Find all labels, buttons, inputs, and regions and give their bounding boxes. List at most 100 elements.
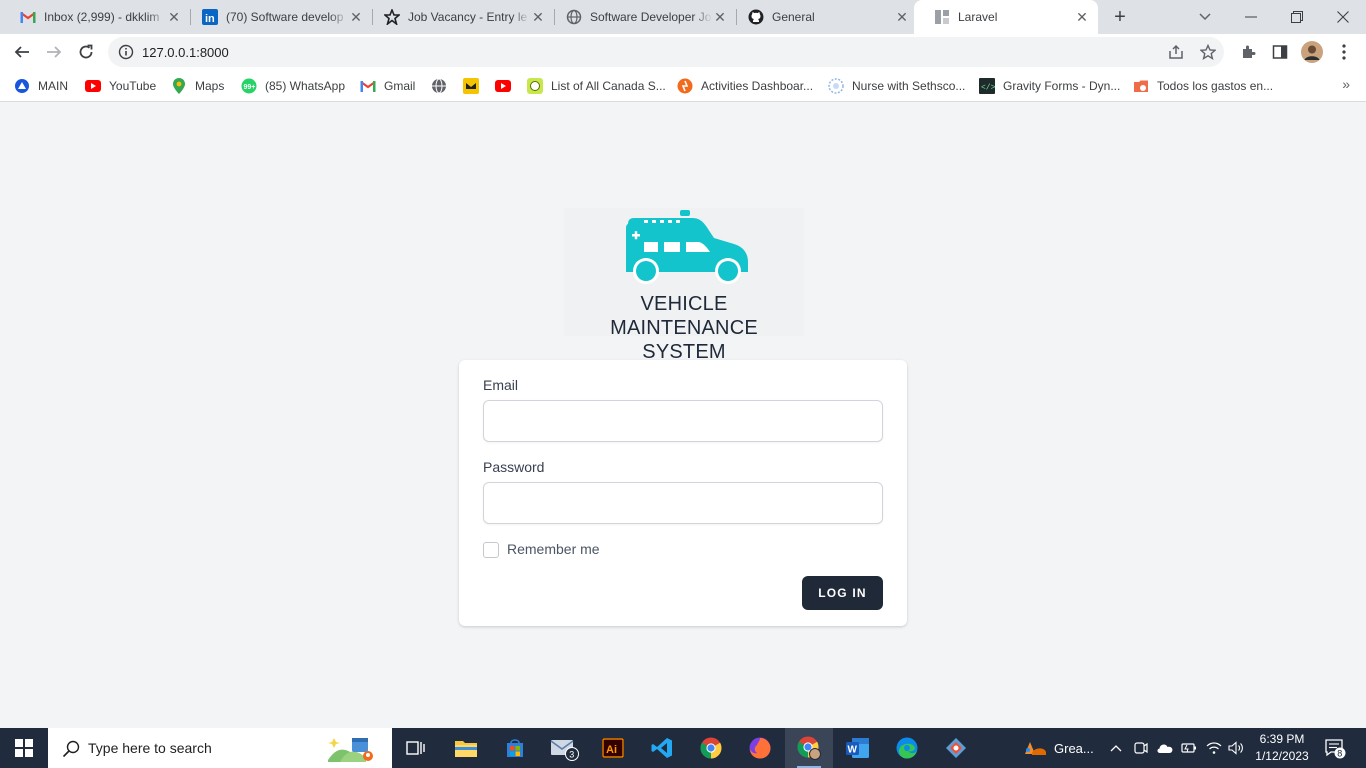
- meet-now-icon[interactable]: [1134, 728, 1148, 768]
- tab-gmail[interactable]: Inbox (2,999) - dkklim ✕: [0, 0, 190, 34]
- tab-software-developer[interactable]: Software Developer Jo ✕: [546, 0, 736, 34]
- bookmarks-bar: MAIN YouTube Maps 99+ (85) WhatsApp Gmai…: [0, 70, 1366, 102]
- bookmark-label: Maps: [195, 79, 225, 93]
- bookmark-gravity-forms[interactable]: </> Gravity Forms - Dyn...: [979, 76, 1120, 96]
- new-tab-button[interactable]: +: [1108, 5, 1132, 29]
- bookmark-gastos[interactable]: Todos los gastos en...: [1133, 76, 1273, 96]
- youtube-icon: [495, 78, 511, 94]
- github-icon: [748, 9, 764, 25]
- bookmark-globe[interactable]: [431, 76, 455, 96]
- close-icon[interactable]: ✕: [1074, 9, 1090, 25]
- wifi-icon[interactable]: [1206, 728, 1222, 768]
- bookmark-activities[interactable]: Activities Dashboar...: [677, 76, 813, 96]
- tab-linkedin[interactable]: in (70) Software develop ✕: [182, 0, 372, 34]
- word-icon[interactable]: W: [834, 728, 882, 768]
- tab-job-vacancy[interactable]: Job Vacancy - Entry le ✕: [364, 0, 554, 34]
- share-icon[interactable]: [1166, 42, 1186, 62]
- profile-avatar[interactable]: [1301, 41, 1323, 63]
- microsoft-store-icon[interactable]: [491, 728, 539, 768]
- address-bar[interactable]: 127.0.0.1:8000: [108, 37, 1224, 67]
- youtube-icon: [85, 78, 101, 94]
- task-view-icon[interactable]: [392, 728, 440, 768]
- bookmark-label: Nurse with Sethsco...: [852, 79, 966, 93]
- email-field[interactable]: [483, 400, 883, 442]
- gastos-icon: [1133, 78, 1149, 94]
- close-icon[interactable]: ✕: [348, 9, 364, 25]
- svg-text:99+: 99+: [244, 84, 256, 91]
- bookmark-canada-list[interactable]: List of All Canada S...: [527, 76, 666, 96]
- vscode-icon[interactable]: [638, 728, 686, 768]
- kebab-menu-icon[interactable]: [1333, 41, 1355, 63]
- tab-github-general[interactable]: General ✕: [728, 0, 918, 34]
- globe-icon: [431, 78, 447, 94]
- bookmark-star-icon[interactable]: [1198, 42, 1218, 62]
- git-kraken-icon[interactable]: [932, 728, 980, 768]
- close-icon[interactable]: ✕: [166, 9, 182, 25]
- weather-text: Grea...: [1054, 740, 1094, 756]
- globe-icon: [566, 9, 582, 25]
- window-close-icon[interactable]: [1320, 0, 1366, 34]
- weather-widget[interactable]: Grea...: [1022, 728, 1094, 768]
- password-field[interactable]: [483, 482, 883, 524]
- yellow-app-icon: [463, 78, 479, 94]
- bookmark-youtube-2[interactable]: [495, 76, 519, 96]
- side-panel-icon[interactable]: [1269, 41, 1291, 63]
- search-placeholder: Type here to search: [88, 740, 212, 756]
- nurse-icon: [828, 78, 844, 94]
- minimize-icon[interactable]: [1228, 0, 1274, 34]
- extensions-puzzle-icon[interactable]: [1237, 41, 1259, 63]
- remember-me-checkbox[interactable]: [483, 542, 499, 558]
- system-clock[interactable]: 6:39 PM 1/12/2023: [1246, 731, 1318, 765]
- reload-icon[interactable]: [72, 38, 100, 66]
- notification-center-icon[interactable]: 8: [1324, 728, 1346, 768]
- volume-icon[interactable]: [1228, 728, 1244, 768]
- onedrive-cloud-icon[interactable]: [1156, 728, 1174, 768]
- browser-toolbar: 127.0.0.1:8000: [0, 34, 1366, 70]
- tab-label: Software Developer Jo: [590, 10, 712, 24]
- adobe-illustrator-icon[interactable]: Ai: [589, 728, 637, 768]
- tab-label: (70) Software develop: [226, 10, 344, 24]
- bookmarks-overflow-chevron-icon[interactable]: »: [1342, 76, 1350, 92]
- chrome-icon[interactable]: [687, 728, 735, 768]
- bookmark-yellow-app[interactable]: [463, 76, 487, 96]
- mail-icon[interactable]: 3: [540, 728, 588, 768]
- bookmark-youtube[interactable]: YouTube: [85, 76, 156, 96]
- site-info-icon[interactable]: [118, 44, 134, 60]
- tab-search-chevron-icon[interactable]: [1182, 0, 1228, 34]
- forward-arrow-icon[interactable]: [40, 38, 68, 66]
- close-icon[interactable]: ✕: [894, 9, 910, 25]
- close-icon[interactable]: ✕: [712, 9, 728, 25]
- maps-icon: [171, 78, 187, 94]
- app-title-line-1: VEHICLE MAINTENANCE: [610, 293, 758, 339]
- tray-overflow-chevron-icon[interactable]: [1110, 728, 1124, 768]
- file-explorer-icon[interactable]: [442, 728, 490, 768]
- log-in-button[interactable]: LOG IN: [802, 576, 883, 610]
- bookmark-gmail[interactable]: Gmail: [360, 76, 415, 96]
- bookmark-label: Gmail: [384, 79, 416, 93]
- battery-icon[interactable]: [1181, 728, 1197, 768]
- taskbar-search-box[interactable]: Type here to search: [48, 728, 392, 768]
- bookmark-nurse[interactable]: Nurse with Sethsco...: [828, 76, 965, 96]
- activities-icon: [677, 78, 693, 94]
- bookmark-label: Activities Dashboar...: [701, 79, 814, 93]
- remember-me-label[interactable]: Remember me: [507, 541, 600, 557]
- app-title: VEHICLE MAINTENANCE SYSTEM: [564, 292, 804, 364]
- close-icon[interactable]: ✕: [530, 9, 546, 25]
- ambulance-icon: [626, 210, 748, 284]
- login-page: VEHICLE MAINTENANCE SYSTEM Email Passwor…: [0, 102, 1366, 728]
- firefox-icon[interactable]: [736, 728, 784, 768]
- whatsapp-icon: 99+: [241, 78, 257, 94]
- bookmark-label: Todos los gastos en...: [1157, 79, 1274, 93]
- edge-icon[interactable]: [883, 728, 931, 768]
- gmail-icon: [20, 9, 36, 25]
- back-arrow-icon[interactable]: [8, 38, 36, 66]
- tab-laravel[interactable]: Laravel ✕: [914, 0, 1098, 34]
- tab-label: General: [772, 10, 815, 24]
- bookmark-whatsapp[interactable]: 99+ (85) WhatsApp: [241, 76, 345, 96]
- bookmark-label: Gravity Forms - Dyn...: [1003, 79, 1121, 93]
- chrome-profile-icon[interactable]: [785, 728, 833, 768]
- windows-start-icon[interactable]: [0, 728, 48, 768]
- bookmark-main[interactable]: MAIN: [14, 76, 68, 96]
- bookmark-maps[interactable]: Maps: [171, 76, 224, 96]
- restore-icon[interactable]: [1274, 0, 1320, 34]
